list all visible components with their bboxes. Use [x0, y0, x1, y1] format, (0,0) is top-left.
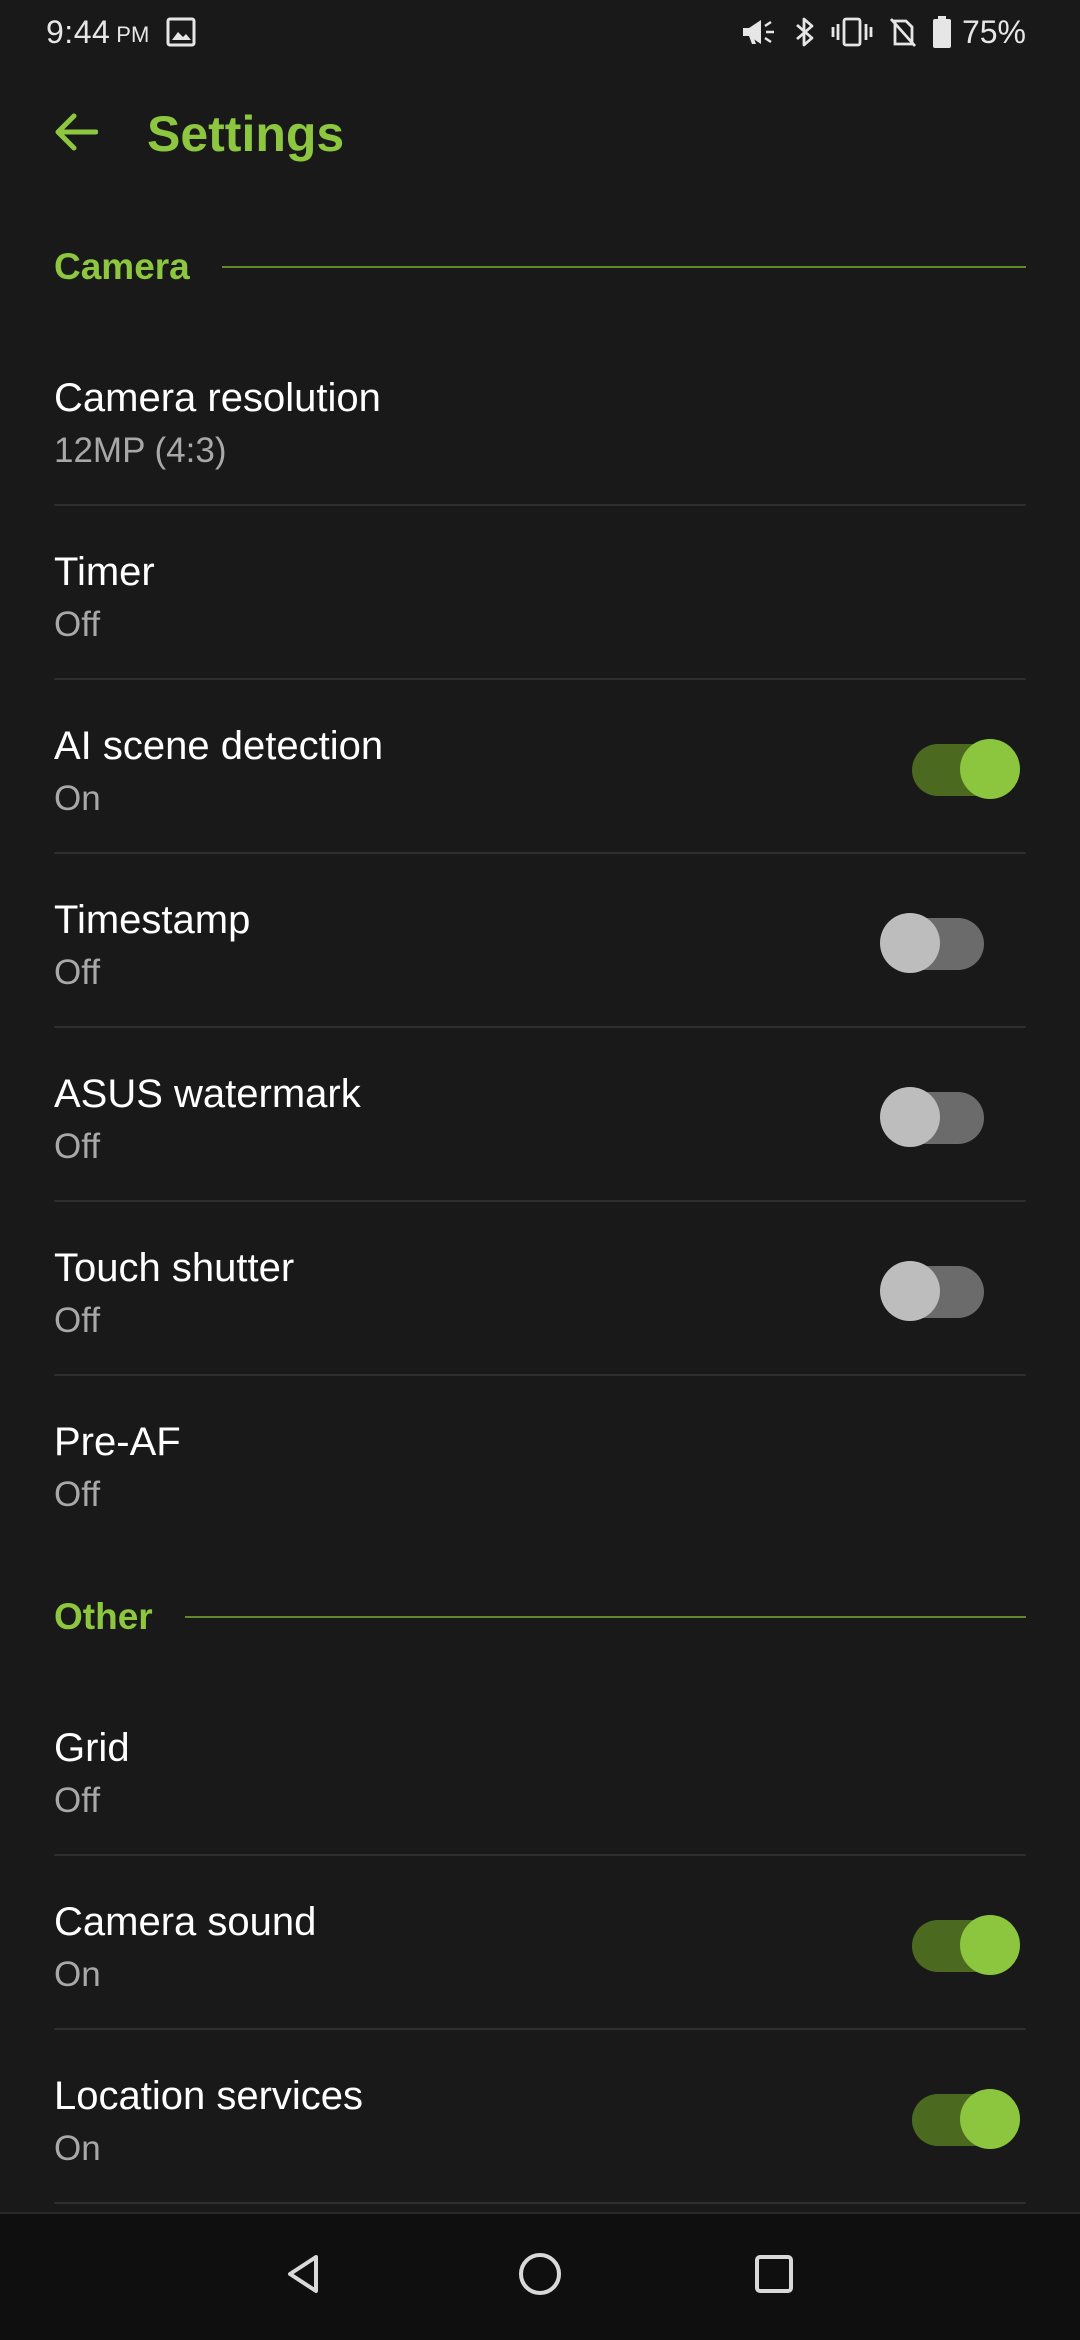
vibrate-icon	[830, 16, 874, 48]
setting-row-asus-watermark[interactable]: ASUS watermark Off	[54, 1028, 1026, 1202]
back-button[interactable]	[50, 109, 100, 159]
setting-title: Timestamp	[54, 898, 251, 942]
toggle-thumb	[960, 1915, 1020, 1975]
toggle-thumb	[880, 1261, 940, 1321]
section-label: Other	[54, 1596, 153, 1637]
ai-scene-detection-toggle[interactable]	[912, 737, 1020, 799]
battery-icon	[932, 15, 952, 49]
system-nav-bar	[0, 2212, 1080, 2340]
setting-row-grid[interactable]: Grid Off	[54, 1682, 1026, 1856]
setting-value: 12MP (4:3)	[54, 431, 227, 470]
setting-title: Camera resolution	[54, 376, 381, 420]
setting-title: ASUS watermark	[54, 1072, 361, 1116]
section-header-other: Other	[54, 1592, 1026, 1642]
setting-title: Pre-AF	[54, 1420, 181, 1464]
page-title: Settings	[147, 106, 345, 162]
bluetooth-icon	[794, 16, 816, 48]
touch-shutter-toggle[interactable]	[880, 1259, 994, 1321]
home-circle-icon	[517, 2251, 563, 2302]
setting-title: Grid	[54, 1726, 130, 1770]
nav-back-button[interactable]	[268, 2240, 340, 2312]
toggle-thumb	[880, 913, 940, 973]
battery-percentage: 75%	[961, 13, 1026, 50]
image-icon	[165, 16, 197, 48]
no-sim-icon	[888, 16, 918, 48]
setting-value: Off	[54, 1781, 101, 1820]
nav-home-button[interactable]	[504, 2240, 576, 2312]
setting-row-location-services[interactable]: Location services On	[54, 2030, 1026, 2204]
setting-value: On	[54, 2129, 101, 2168]
arrow-back-icon	[52, 112, 99, 157]
setting-value: On	[54, 1955, 101, 1994]
nav-recents-button[interactable]	[738, 2240, 810, 2312]
section-divider	[221, 266, 1026, 268]
status-time: 9:44	[46, 13, 111, 50]
setting-row-camera-resolution[interactable]: Camera resolution 12MP (4:3)	[54, 332, 1026, 506]
setting-row-timestamp[interactable]: Timestamp Off	[54, 854, 1026, 1028]
megaphone-icon	[740, 17, 780, 47]
setting-title: Camera sound	[54, 1900, 317, 1944]
setting-value: Off	[54, 1475, 101, 1514]
setting-value: Off	[54, 605, 101, 644]
status-ampm: PM	[116, 22, 150, 47]
back-triangle-icon	[282, 2252, 326, 2301]
setting-row-camera-sound[interactable]: Camera sound On	[54, 1856, 1026, 2030]
setting-value: On	[54, 779, 101, 818]
status-bar-left: 9:44 PM	[46, 14, 197, 51]
setting-title: AI scene detection	[54, 724, 384, 768]
setting-row-ai-scene-detection[interactable]: AI scene detection On	[54, 680, 1026, 854]
setting-row-touch-shutter[interactable]: Touch shutter Off	[54, 1202, 1026, 1376]
section-header-camera: Camera	[54, 242, 1026, 292]
location-services-toggle[interactable]	[912, 2087, 1020, 2149]
setting-title: Touch shutter	[54, 1246, 295, 1290]
setting-value: Off	[54, 1301, 101, 1340]
section-label: Camera	[54, 246, 190, 287]
app-bar: Settings	[0, 96, 1080, 172]
status-bar: 9:44 PM 75%	[0, 0, 1080, 64]
setting-value: Off	[54, 953, 101, 992]
recents-square-icon	[753, 2253, 795, 2300]
setting-title: Timer	[54, 550, 155, 594]
timestamp-toggle[interactable]	[880, 911, 994, 973]
setting-row-pre-af[interactable]: Pre-AF Off	[54, 1376, 1026, 1550]
asus-watermark-toggle[interactable]	[880, 1085, 994, 1147]
toggle-thumb	[880, 1087, 940, 1147]
settings-screen: 9:44 PM 75% Settings Camera Camera resol…	[0, 0, 1080, 2340]
setting-title: Location services	[54, 2074, 364, 2118]
setting-row-timer[interactable]: Timer Off	[54, 506, 1026, 680]
setting-value: Off	[54, 1127, 101, 1166]
status-bar-right: 75%	[726, 14, 1026, 51]
section-divider	[184, 1616, 1026, 1618]
camera-sound-toggle[interactable]	[912, 1913, 1020, 1975]
toggle-thumb	[960, 2089, 1020, 2149]
toggle-thumb	[960, 739, 1020, 799]
